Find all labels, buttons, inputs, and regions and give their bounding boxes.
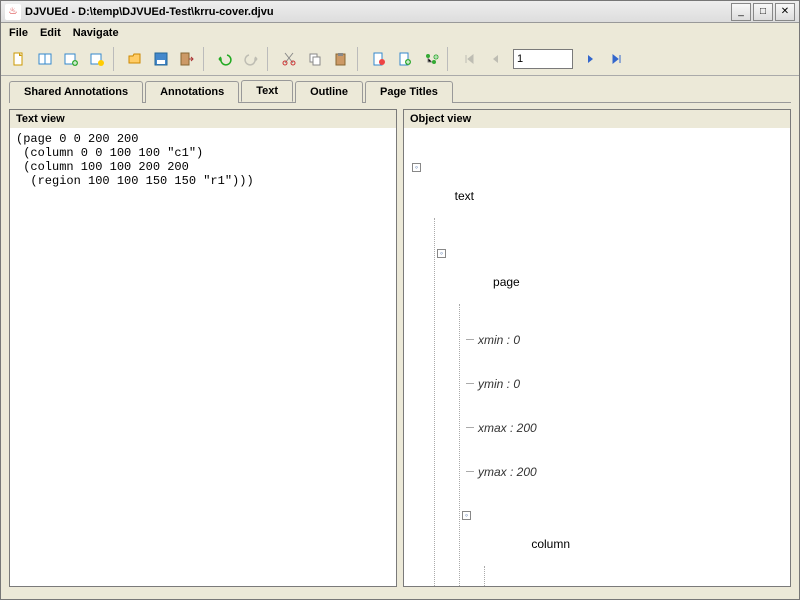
java-icon: ♨ <box>5 4 21 20</box>
text-view-body[interactable]: (page 0 0 200 200 (column 0 0 100 100 "c… <box>10 128 396 586</box>
workarea: Text view (page 0 0 200 200 (column 0 0 … <box>1 103 799 593</box>
tree-toggle-icon[interactable]: ◦ <box>462 511 471 520</box>
tab-outline[interactable]: Outline <box>295 81 363 103</box>
save-icon[interactable] <box>149 47 173 71</box>
add-node-icon[interactable] <box>419 47 443 71</box>
window-buttons: _ □ ✕ <box>729 3 795 21</box>
redo-icon[interactable] <box>239 47 263 71</box>
menu-file[interactable]: File <box>9 27 28 39</box>
tab-bar: Shared Annotations Annotations Text Outl… <box>1 76 799 102</box>
separator <box>203 47 209 71</box>
remove-page-icon[interactable] <box>367 47 391 71</box>
show-book-icon[interactable] <box>85 47 109 71</box>
tab-page-titles[interactable]: Page Titles <box>365 81 453 103</box>
folder-open-icon[interactable] <box>123 47 147 71</box>
tree-prop[interactable]: xmin : 0 <box>478 333 520 347</box>
toolbar <box>1 43 799 76</box>
next-page-icon[interactable] <box>579 47 603 71</box>
tree-page-node[interactable]: page <box>493 275 520 289</box>
new-file-icon[interactable] <box>7 47 31 71</box>
page-number-input[interactable] <box>513 49 573 69</box>
tree-prop[interactable]: ymax : 200 <box>478 465 537 479</box>
object-view-title: Object view <box>404 110 790 128</box>
separator <box>447 47 453 71</box>
minimize-button[interactable]: _ <box>731 3 751 21</box>
tab-annotations[interactable]: Annotations <box>145 81 239 103</box>
titlebar: ♨ DJVUEd - D:\temp\DJVUEd-Test\krru-cove… <box>1 1 799 23</box>
maximize-button[interactable]: □ <box>753 3 773 21</box>
menubar: File Edit Navigate <box>1 23 799 43</box>
tree-prop[interactable]: ymin : 0 <box>478 377 520 391</box>
last-page-icon[interactable] <box>605 47 629 71</box>
tree-toggle-icon[interactable]: ◦ <box>412 163 421 172</box>
object-tree[interactable]: ◦ text ◦ page xmin : 0 ymin : 0 xmax : 2… <box>404 128 790 586</box>
tree-toggle-icon[interactable]: ◦ <box>437 249 446 258</box>
separator <box>267 47 273 71</box>
tab-text[interactable]: Text <box>241 80 293 102</box>
open-book-icon[interactable] <box>33 47 57 71</box>
tree-prop[interactable]: xmax : 200 <box>478 421 537 435</box>
close-button[interactable]: ✕ <box>775 3 795 21</box>
separator <box>113 47 119 71</box>
text-view-panel: Text view (page 0 0 200 200 (column 0 0 … <box>9 109 397 587</box>
menu-edit[interactable]: Edit <box>40 27 61 39</box>
undo-icon[interactable] <box>213 47 237 71</box>
exit-icon[interactable] <box>175 47 199 71</box>
menu-navigate[interactable]: Navigate <box>73 27 119 39</box>
prev-page-icon[interactable] <box>483 47 507 71</box>
tree-column-node[interactable]: column <box>531 537 570 551</box>
tab-shared-annotations[interactable]: Shared Annotations <box>9 81 143 103</box>
object-view-panel: Object view ◦ text ◦ page xmin : 0 ymin … <box>403 109 791 587</box>
window-title: DJVUEd - D:\temp\DJVUEd-Test\krru-cover.… <box>25 6 729 18</box>
first-page-icon[interactable] <box>457 47 481 71</box>
text-view-title: Text view <box>10 110 396 128</box>
add-page-icon[interactable] <box>393 47 417 71</box>
cut-icon[interactable] <box>277 47 301 71</box>
copy-icon[interactable] <box>303 47 327 71</box>
tree-text-node[interactable]: text <box>455 189 474 203</box>
separator <box>357 47 363 71</box>
paste-icon[interactable] <box>329 47 353 71</box>
add-book-icon[interactable] <box>59 47 83 71</box>
